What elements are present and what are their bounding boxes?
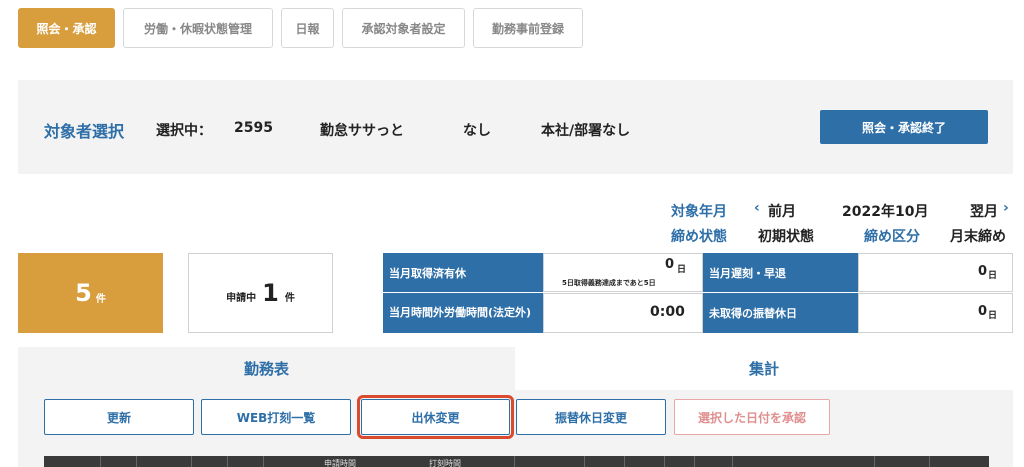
pending-count: 5 (75, 279, 92, 307)
substitute-holiday-change-button[interactable]: 振替休日変更 (516, 399, 666, 435)
prev-month-link[interactable]: 前月 (768, 201, 796, 221)
schedule-table-header: 申請時間 打刻時間 (44, 456, 989, 467)
tab-labor-leave-management[interactable]: 労働・休暇状態管理 (123, 8, 273, 48)
untaken-substitute-unit: 日 (988, 311, 998, 321)
applying-unit: 件 (284, 292, 295, 304)
table-header-divider (664, 456, 665, 467)
table-header-divider (136, 456, 137, 467)
late-early-label: 当月遅刻・早退 (703, 253, 858, 292)
employee-department: 本社/部署なし (541, 123, 631, 139)
tab-summary[interactable]: 集計 (515, 347, 1013, 390)
overtime-label: 当月時間外労働時間(法定外) (383, 293, 543, 333)
target-selection-panel: 対象者選択 選択中： 2595 勤怠ササっと なし 本社/部署なし 照会・承認終… (18, 80, 1013, 174)
table-header-divider (694, 456, 695, 467)
overtime-value: 0:00 (650, 304, 685, 320)
chevron-left-icon[interactable]: ‹ (754, 200, 760, 216)
table-header-divider (584, 456, 585, 467)
employee-id: 2595 (234, 120, 273, 136)
closing-type-label: 締め区分 (864, 229, 920, 245)
application-time-header: 申請時間 (324, 459, 356, 467)
table-header-divider (100, 456, 101, 467)
applying-count-box[interactable]: 申請中 1 件 (188, 253, 333, 333)
table-header-divider (732, 456, 733, 467)
leave-taken-label: 当月取得済有休 (383, 253, 543, 292)
employee-name: 勤怠ササっと (320, 123, 404, 139)
table-header-divider (227, 456, 228, 467)
closing-state-value: 初期状態 (758, 229, 814, 245)
chevron-right-icon[interactable]: › (1003, 200, 1009, 216)
leave-taken-value: 0 (665, 257, 675, 272)
table-header-divider (874, 456, 875, 467)
tab-approval-target-settings[interactable]: 承認対象者設定 (342, 8, 465, 48)
current-month: 2022年10月 (842, 204, 929, 220)
applying-count: 1 (262, 279, 279, 307)
pending-count-box[interactable]: 5 件 (18, 253, 163, 333)
approve-selected-dates-button[interactable]: 選択した日付を承認 (674, 399, 830, 435)
table-header-divider (514, 456, 515, 467)
table-header-divider (191, 456, 192, 467)
employee-role: なし (463, 123, 491, 139)
selected-label: 選択中： (156, 123, 212, 139)
closing-type-value: 月末締め (950, 229, 1006, 245)
target-month-label: 対象年月 (671, 204, 727, 220)
leave-obligation-note: 5日取得義務達成まであと5日 (562, 279, 656, 287)
target-selection-title[interactable]: 対象者選択 (44, 118, 124, 142)
table-header-divider (263, 456, 264, 467)
table-header-divider (929, 456, 930, 467)
untaken-substitute-label: 未取得の振替休日 (703, 293, 858, 333)
untaken-substitute-value: 0 (978, 304, 988, 319)
next-month-link[interactable]: 翌月 (970, 201, 998, 221)
applying-label: 申請中 (226, 292, 257, 304)
late-early-unit: 日 (988, 271, 998, 281)
change-attendance-button[interactable]: 出休変更 (357, 395, 514, 439)
closing-state-label: 締め状態 (671, 229, 727, 245)
tab-daily-report[interactable]: 日報 (281, 8, 334, 48)
tab-inquiry-approval[interactable]: 照会・承認 (18, 8, 115, 48)
refresh-button[interactable]: 更新 (44, 399, 194, 435)
table-header-divider (624, 456, 625, 467)
late-early-value: 0 (978, 264, 988, 279)
web-punch-list-button[interactable]: WEB打刻一覧 (201, 399, 351, 435)
tab-work-schedule[interactable]: 勤務表 (18, 347, 515, 390)
end-inquiry-button[interactable]: 照会・承認終了 (820, 110, 988, 144)
leave-taken-unit: 日 (677, 265, 687, 275)
punch-time-header: 打刻時間 (429, 459, 461, 467)
pending-unit: 件 (95, 293, 106, 305)
tab-advance-work-registration[interactable]: 勤務事前登録 (473, 8, 583, 48)
